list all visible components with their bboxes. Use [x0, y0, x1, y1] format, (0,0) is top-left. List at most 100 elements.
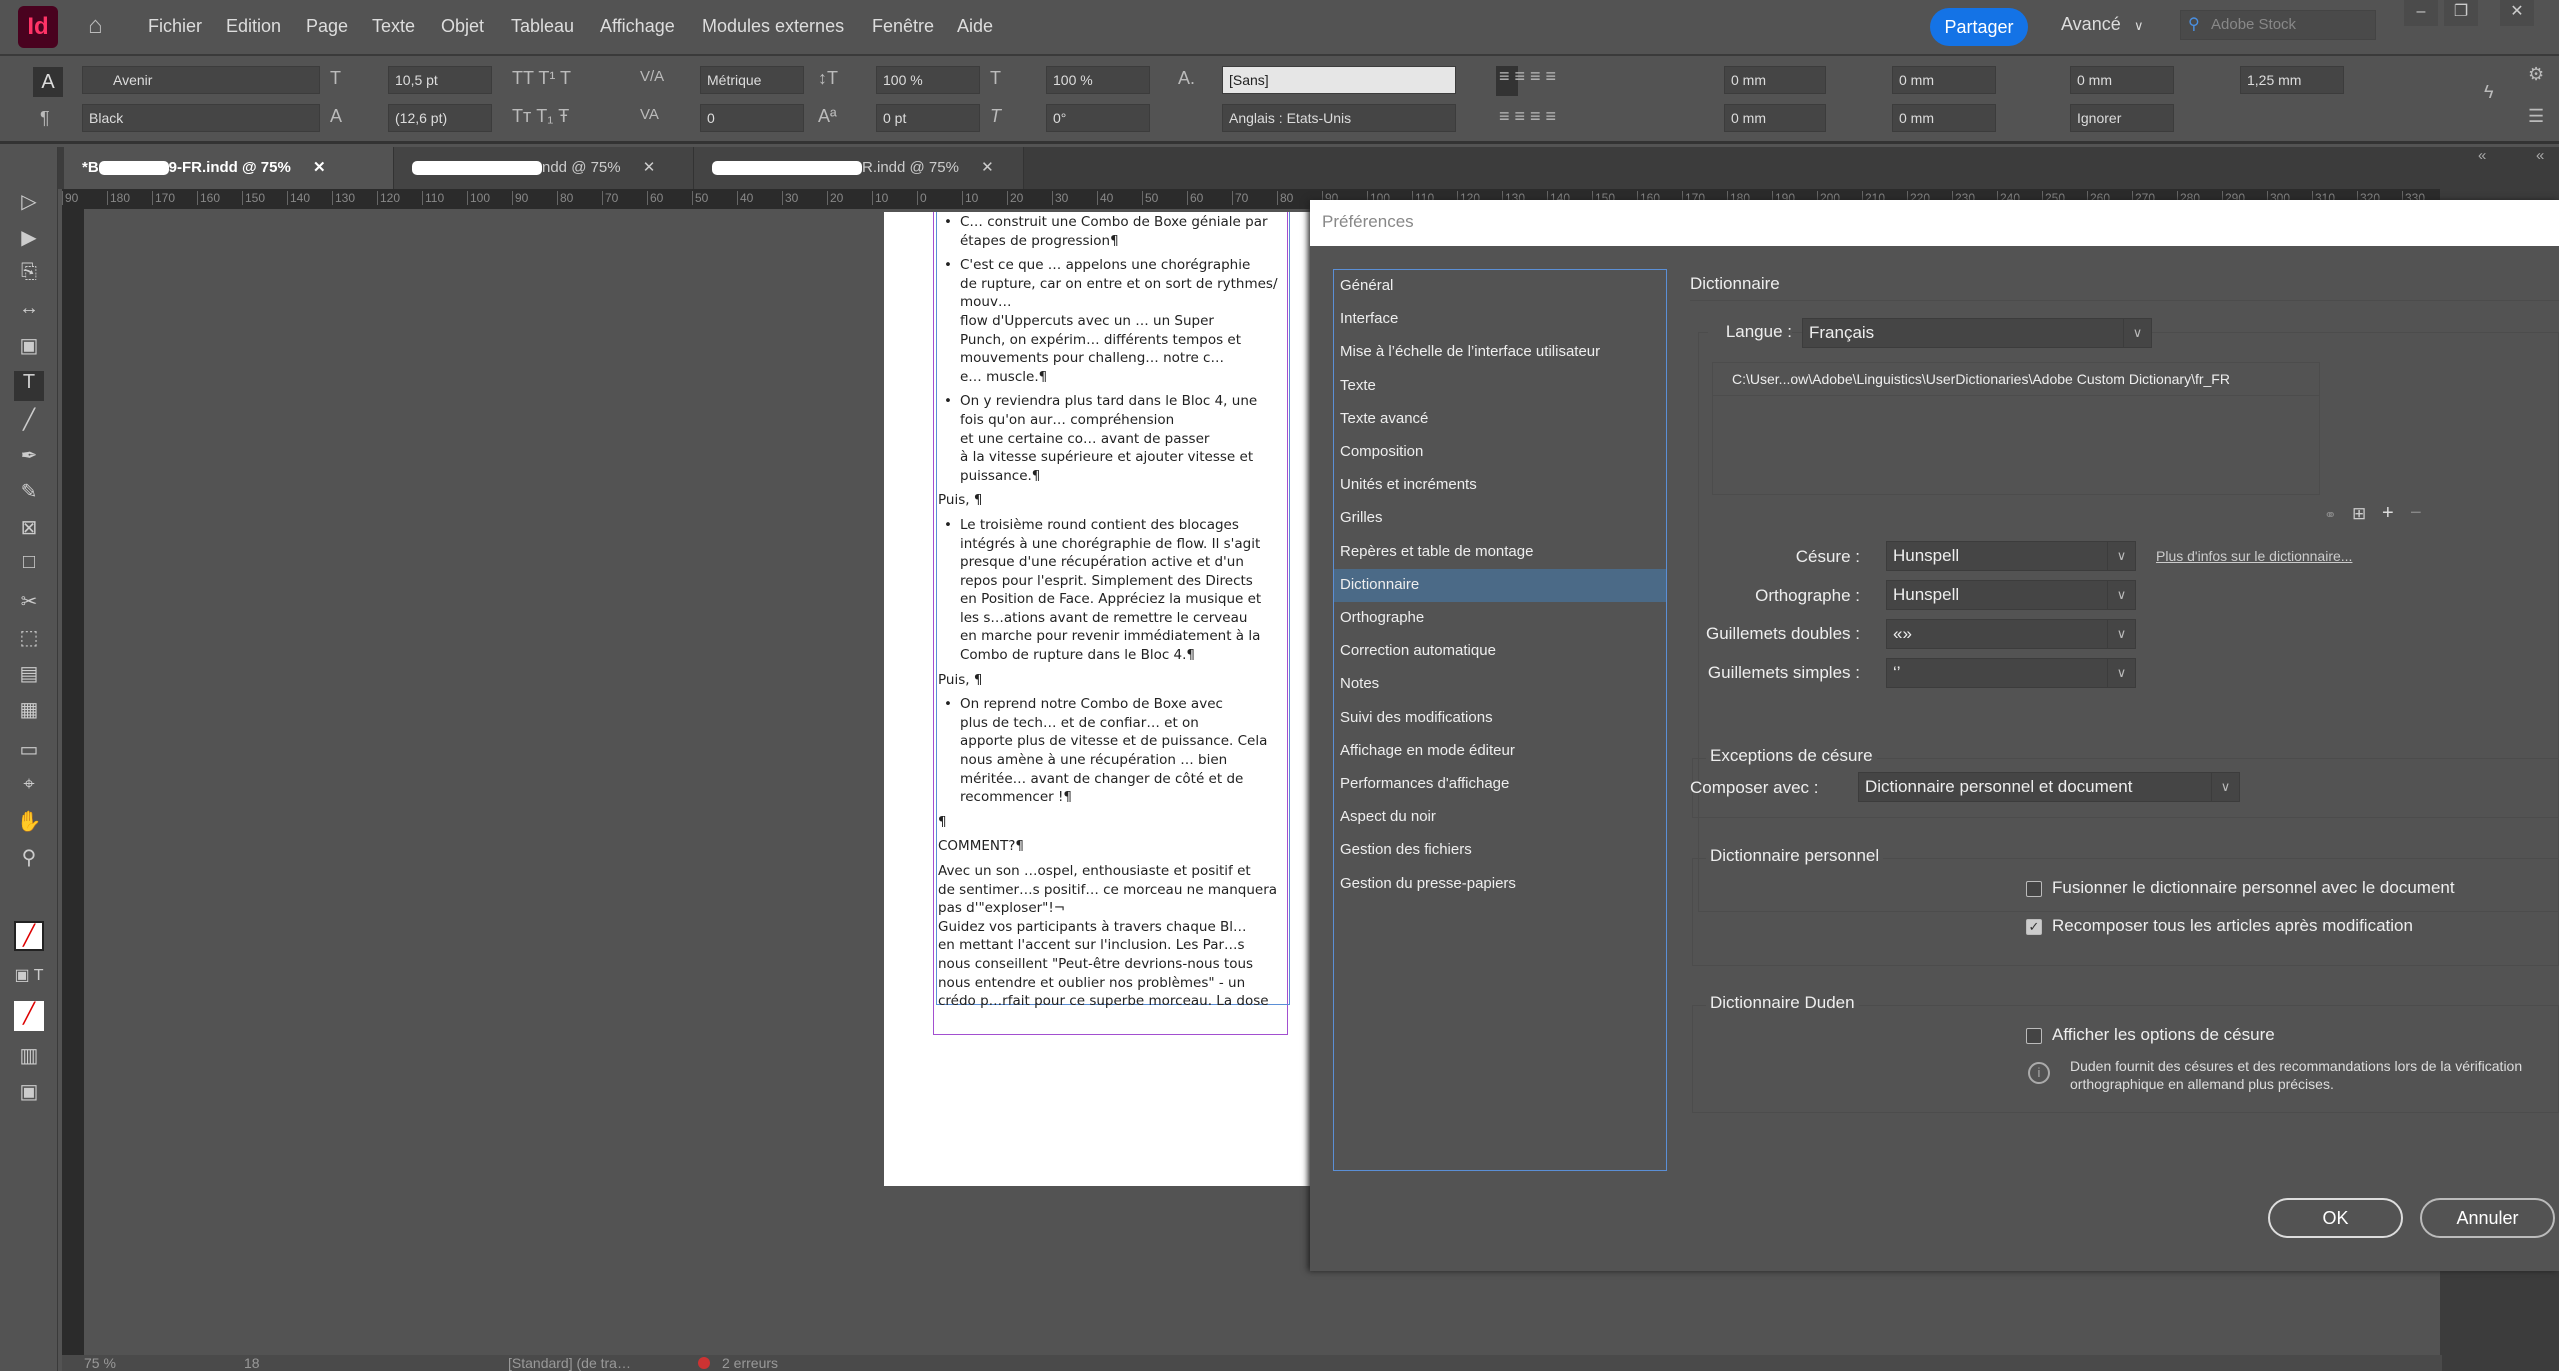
menu-fenetre[interactable]: Fenêtre: [872, 16, 934, 37]
preview-mode-icon[interactable]: ▣: [14, 1079, 44, 1109]
tracking-field[interactable]: 0: [700, 104, 804, 132]
hand-tool-icon[interactable]: ✋: [14, 809, 44, 839]
gradient-feather-tool-icon[interactable]: ▦: [14, 697, 44, 727]
category-item[interactable]: Suivi des modifications: [1334, 702, 1666, 735]
collapse-panel-icon[interactable]: «: [2536, 147, 2544, 164]
guillemets-doubles-dropdown[interactable]: «» ∨: [1886, 619, 2136, 649]
direct-selection-tool-icon[interactable]: ▶: [14, 225, 44, 255]
menu-affichage[interactable]: Affichage: [600, 16, 675, 37]
tab-document-1[interactable]: *B 9-FR.indd @ 75% ✕: [64, 147, 394, 189]
character-style-field[interactable]: [Sans]: [1222, 66, 1456, 94]
panel-menu-icon[interactable]: ☰: [2528, 106, 2544, 127]
menu-fichier[interactable]: Fichier: [148, 16, 202, 37]
category-item[interactable]: Aspect du noir: [1334, 801, 1666, 834]
recompose-checkbox[interactable]: ✓: [2026, 919, 2042, 935]
close-window-button[interactable]: ✕: [2500, 0, 2534, 26]
collapse-panel-icon[interactable]: «: [2478, 147, 2486, 164]
selection-tool-icon[interactable]: ▷: [14, 189, 44, 219]
space-before-field[interactable]: 0 mm: [2070, 66, 2174, 94]
category-item[interactable]: Dictionnaire: [1334, 568, 1666, 602]
type-tool-icon[interactable]: T: [14, 371, 44, 401]
langue-dropdown[interactable]: Français ∨: [1802, 318, 2152, 348]
category-item[interactable]: Mise à l’échelle de l’interface utilisat…: [1334, 336, 1666, 369]
category-list[interactable]: Général Interface Mise à l’échelle de l’in…: [1333, 269, 1667, 1171]
merge-label[interactable]: Fusionner le dictionnaire personnel avec…: [2052, 878, 2455, 898]
menu-aide[interactable]: Aide: [957, 16, 993, 37]
tab-document-3[interactable]: R.indd @ 75% ✕: [694, 147, 1024, 189]
category-item[interactable]: Unités et incréments: [1334, 469, 1666, 502]
category-item[interactable]: Correction automatique: [1334, 635, 1666, 668]
baseline-shift-field[interactable]: 0 pt: [876, 104, 980, 132]
zoom-level[interactable]: 75 %: [84, 1355, 116, 1371]
category-item[interactable]: Gestion du presse-papiers: [1334, 868, 1666, 901]
orthographe-dropdown[interactable]: Hunspell ∨: [1886, 580, 2136, 610]
ok-button[interactable]: OK: [2268, 1198, 2403, 1238]
content-collector-icon[interactable]: ▣: [14, 333, 44, 363]
fill-stroke-icon[interactable]: ╱: [14, 921, 44, 951]
rectangle-frame-tool-icon[interactable]: ⊠: [14, 515, 44, 545]
cancel-button[interactable]: Annuler: [2420, 1198, 2555, 1238]
vertical-ruler[interactable]: [62, 209, 84, 1359]
page-number-field[interactable]: 18: [244, 1355, 260, 1371]
justify-icon[interactable]: ≡ ≡ ≡ ≡: [1499, 106, 1556, 127]
small-caps-icon[interactable]: Tт T₁ Ŧ: [512, 106, 569, 127]
merge-checkbox[interactable]: [2026, 881, 2042, 897]
menu-texte[interactable]: Texte: [372, 16, 415, 37]
page-tool-icon[interactable]: ⎘: [14, 261, 44, 291]
restore-button[interactable]: ❐: [2444, 0, 2478, 26]
language-field[interactable]: Anglais : Etats-Unis: [1222, 104, 1456, 132]
add-icon[interactable]: +: [2382, 502, 2394, 525]
category-item[interactable]: Notes: [1334, 668, 1666, 701]
apply-none-icon[interactable]: ╱: [14, 1001, 44, 1031]
vertical-scale-field[interactable]: 100 %: [876, 66, 980, 94]
first-line-indent-field[interactable]: 0 mm: [1724, 104, 1826, 132]
link-icon[interactable]: ⚭: [2324, 506, 2337, 524]
gear-icon[interactable]: ⚙: [2528, 64, 2544, 85]
category-item[interactable]: Repères et table de montage: [1334, 536, 1666, 569]
category-item[interactable]: Texte avancé: [1334, 403, 1666, 436]
leading-field[interactable]: (12,6 pt): [388, 104, 492, 132]
free-transform-tool-icon[interactable]: ⬚: [14, 625, 44, 655]
category-item[interactable]: Grilles: [1334, 502, 1666, 535]
pencil-tool-icon[interactable]: ✎: [14, 479, 44, 509]
remove-icon[interactable]: −: [2410, 502, 2422, 525]
category-item[interactable]: Général: [1334, 270, 1666, 303]
menu-objet[interactable]: Objet: [441, 16, 484, 37]
line-tool-icon[interactable]: ╱: [14, 407, 44, 437]
zoom-tool-icon[interactable]: ⚲: [14, 845, 44, 875]
category-item[interactable]: Orthographe: [1334, 602, 1666, 635]
lightning-icon[interactable]: ϟ: [2484, 82, 2494, 103]
gap-tool-icon[interactable]: ↔: [14, 297, 44, 327]
last-line-indent-field[interactable]: 0 mm: [1892, 104, 1996, 132]
category-item[interactable]: Interface: [1334, 303, 1666, 336]
new-dictionary-icon[interactable]: ⊞: [2352, 504, 2366, 524]
menu-page[interactable]: Page: [306, 16, 348, 37]
skew-field[interactable]: 0°: [1046, 104, 1150, 132]
tab-document-2[interactable]: ndd @ 75% ✕: [394, 147, 694, 189]
adobe-stock-search[interactable]: Adobe Stock: [2180, 10, 2376, 40]
kerning-field[interactable]: Métrique: [700, 66, 804, 94]
composer-dropdown[interactable]: Dictionnaire personnel et document ∨: [1858, 772, 2240, 802]
duden-checkbox[interactable]: [2026, 1028, 2042, 1044]
story-text[interactable]: C… construit une Combo de Boxe géniale p…: [938, 213, 1288, 1011]
category-item[interactable]: Composition: [1334, 436, 1666, 469]
duden-label[interactable]: Afficher les options de césure: [2052, 1025, 2275, 1045]
workspace-switcher[interactable]: Avancé: [2061, 14, 2121, 35]
dictionary-path-item[interactable]: C:\User...ow\Adobe\Linguistics\UserDicti…: [1712, 362, 2320, 396]
guillemets-simples-dropdown[interactable]: ‘’ ∨: [1886, 658, 2136, 688]
font-family-field[interactable]: Avenir: [82, 66, 320, 94]
menu-edition[interactable]: Edition: [226, 16, 281, 37]
character-mode-icon[interactable]: A: [33, 67, 63, 97]
menu-tableau[interactable]: Tableau: [511, 16, 574, 37]
category-item[interactable]: Gestion des fichiers: [1334, 834, 1666, 867]
category-item[interactable]: Performances d'affichage: [1334, 768, 1666, 801]
category-item[interactable]: Texte: [1334, 370, 1666, 403]
category-item[interactable]: Affichage en mode éditeur: [1334, 735, 1666, 768]
recompose-label[interactable]: Recomposer tous les articles après modif…: [2052, 916, 2413, 936]
more-info-link[interactable]: Plus d'infos sur le dictionnaire...: [2156, 548, 2352, 564]
formatting-container-icon[interactable]: ▣ T: [14, 965, 44, 995]
all-caps-icon[interactable]: TT T¹ T: [512, 68, 571, 89]
paragraph-mode-icon[interactable]: ¶: [40, 108, 50, 129]
share-button[interactable]: Partager: [1930, 8, 2028, 46]
space-after-field[interactable]: 1,25 mm: [2240, 66, 2344, 94]
